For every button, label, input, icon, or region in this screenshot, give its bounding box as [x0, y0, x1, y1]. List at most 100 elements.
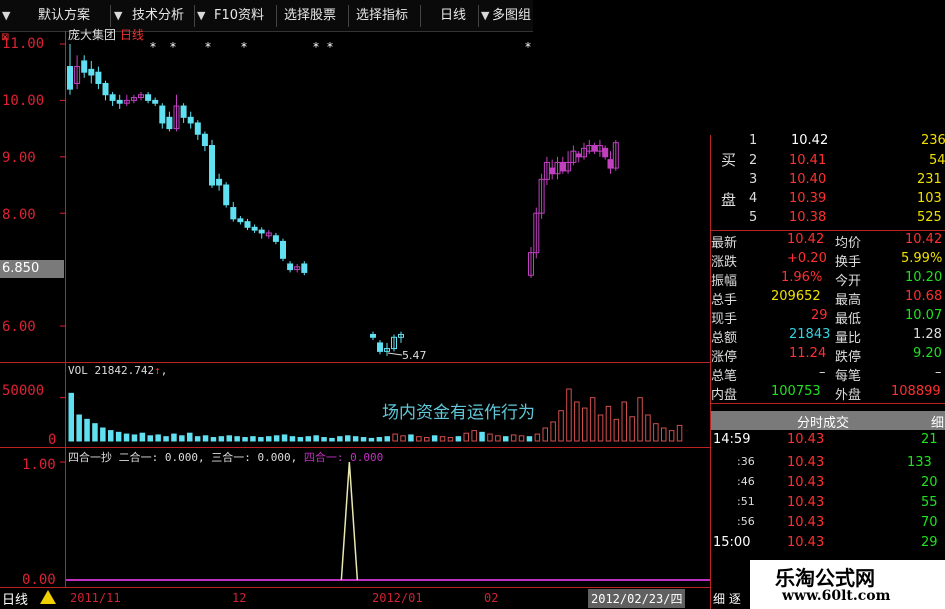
candle-body — [201, 133, 208, 147]
warning-icon[interactable] — [40, 590, 56, 604]
volume-bar — [439, 436, 446, 442]
quote-row-limit: 涨停 11.24 跌停 9.20 — [711, 346, 942, 365]
volume-bar — [242, 437, 248, 442]
trades-detail-button[interactable]: 细 — [931, 412, 944, 431]
candle-body — [287, 263, 294, 271]
candle-body — [575, 153, 582, 158]
trades-header: 分时成交 — [797, 416, 850, 431]
volume-bar — [163, 436, 169, 442]
orderbook-row: 1 10.42 236 — [749, 133, 945, 148]
volume-bar — [258, 437, 264, 442]
footer-tab-detail[interactable]: 细 — [713, 592, 725, 606]
trade-row: :36 10.43 133 — [737, 455, 932, 470]
candle-body — [237, 218, 244, 223]
candle-body — [280, 240, 286, 259]
candle-body — [166, 116, 173, 130]
volume-bar — [510, 434, 517, 442]
candle-body — [607, 159, 614, 169]
footer-tab-each[interactable]: 逐 — [729, 592, 741, 606]
candle-body — [272, 235, 279, 242]
volume-bar — [345, 435, 351, 442]
volume-bar — [621, 401, 627, 442]
candle-body — [591, 145, 598, 152]
volume-bar — [131, 434, 138, 442]
volume-bar — [337, 436, 343, 442]
candle-body — [159, 105, 166, 124]
candle-body — [602, 147, 609, 158]
candle-body — [152, 99, 159, 104]
volume-bar — [668, 430, 675, 442]
quote-row-trades: 总笔 – 每笔 – — [711, 365, 942, 384]
volume-bar — [574, 401, 580, 442]
trade-row: 14:59 10.43 21 — [713, 432, 938, 447]
volume-bar — [289, 436, 296, 442]
footer-tabs: 细 逐 — [713, 590, 741, 607]
volume-bar — [408, 434, 414, 442]
candle-body — [102, 82, 109, 96]
current-date-box: 2012/02/23/四 — [588, 589, 686, 608]
volume-bar — [424, 437, 430, 442]
quote-row-current-hand: 现手 29 最低 10.07 — [711, 308, 943, 327]
volume-bar — [495, 435, 501, 442]
volume-bar — [487, 433, 493, 442]
candle-body — [301, 263, 308, 273]
candle-body — [116, 99, 123, 104]
volume-bar — [115, 431, 122, 442]
orderbook-row: 5 10.38 525 — [749, 210, 942, 225]
signal-marker: * — [241, 40, 247, 54]
volume-bar — [202, 435, 209, 442]
candle-body — [559, 161, 566, 172]
candle-body — [251, 226, 258, 231]
volume-bar — [266, 436, 272, 442]
volume-bar — [613, 418, 620, 442]
volume-bar — [629, 416, 635, 442]
candle-body — [95, 71, 102, 84]
volume-bar — [155, 434, 161, 442]
candle-body — [81, 60, 88, 73]
indicator-spike — [340, 461, 359, 581]
volume-bar — [416, 436, 422, 442]
date-label-2: 12 — [232, 591, 247, 605]
volume-bar — [273, 435, 280, 442]
volume-bar — [605, 405, 612, 442]
volume-bar — [566, 388, 572, 442]
signal-marker: * — [205, 40, 211, 54]
quote-panel: 1 10.42 236 买 盘 2 10.41 54 3 10.40 231 4 10.39 1… — [710, 133, 945, 609]
period-tab-daily[interactable]: 日线 — [2, 589, 28, 608]
trade-row: :51 10.43 55 — [737, 495, 938, 510]
orderbook-row: 4 10.39 103 — [749, 191, 942, 206]
candle-body — [88, 68, 95, 76]
date-label-4: 02 — [484, 591, 499, 605]
volume-bar — [368, 437, 375, 442]
volume-bar — [518, 435, 525, 442]
volume-bar — [653, 423, 659, 442]
signal-marker: * — [150, 40, 156, 54]
volume-bar — [234, 436, 240, 442]
candle-body — [209, 145, 215, 186]
volume-bar — [676, 424, 683, 442]
trade-row: 15:00 10.43 29 — [713, 535, 938, 550]
volume-bar — [147, 435, 153, 442]
volume-bar — [108, 430, 114, 442]
volume-bar — [226, 435, 232, 442]
quote-row-latest: 最新 10.42 均价 10.42 — [711, 232, 943, 251]
candle-body — [223, 184, 230, 206]
volume-bar — [68, 392, 74, 442]
candle-body — [216, 178, 223, 186]
watermark-title: 乐淘公式网 — [775, 566, 875, 590]
volume-bar — [645, 414, 651, 442]
volume-bar — [400, 435, 406, 442]
volume-bar — [281, 434, 288, 442]
quote-row-change: 涨跌 +0.20 换手 5.99% — [711, 251, 943, 270]
volume-bar — [76, 414, 82, 442]
candle-body — [109, 94, 116, 101]
volume-bar — [218, 436, 225, 442]
volume-bar — [447, 437, 454, 442]
candle-body — [145, 94, 152, 101]
volume-bar — [321, 437, 327, 442]
volume-bar — [313, 435, 319, 442]
quote-row-volume: 总手 209652 最高 10.68 — [711, 289, 943, 308]
volume-bar — [637, 397, 643, 442]
volume-bar — [352, 436, 359, 442]
volume-bar — [526, 436, 533, 442]
